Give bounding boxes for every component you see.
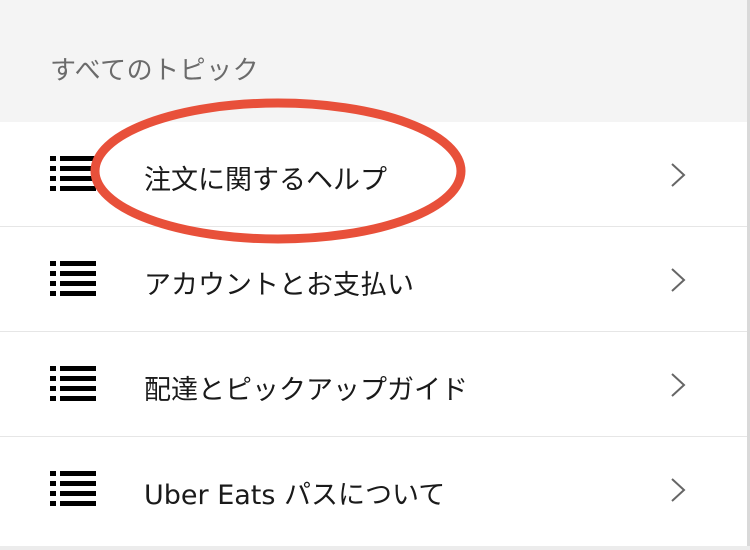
chevron-right-icon (671, 478, 686, 502)
list-icon (50, 471, 96, 506)
topic-list: 注文に関するヘルプ アカウントとお支払い 配達とピックアップガイド Uber E… (0, 122, 750, 542)
bottom-divider (0, 546, 750, 550)
section-title: すべてのトピック (50, 56, 260, 86)
chevron-right-icon (671, 268, 686, 292)
topic-item-eats-pass[interactable]: Uber Eats パスについて (0, 437, 750, 542)
topic-label: 注文に関するヘルプ (144, 165, 387, 196)
chevron-right-icon (671, 163, 686, 187)
topic-label: Uber Eats パスについて (144, 480, 446, 511)
topic-item-account-payment[interactable]: アカウントとお支払い (0, 227, 750, 332)
help-topics-page: すべてのトピック 注文に関するヘルプ アカウントとお支払い 配達とピックアップガ… (0, 0, 750, 550)
list-icon (50, 156, 96, 191)
list-icon (50, 366, 96, 401)
topic-label: 配達とピックアップガイド (144, 375, 468, 406)
topic-item-delivery-pickup[interactable]: 配達とピックアップガイド (0, 332, 750, 437)
list-icon (50, 261, 96, 296)
section-header: すべてのトピック (0, 0, 750, 122)
chevron-right-icon (671, 373, 686, 397)
topic-label: アカウントとお支払い (144, 270, 414, 301)
topic-item-order-help[interactable]: 注文に関するヘルプ (0, 122, 750, 227)
